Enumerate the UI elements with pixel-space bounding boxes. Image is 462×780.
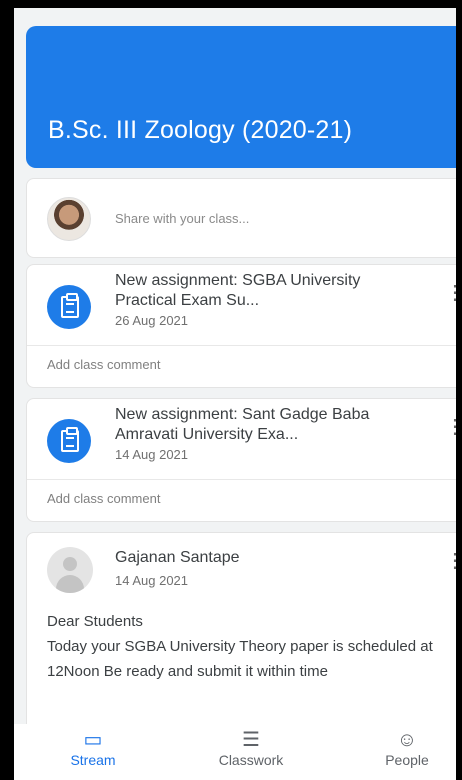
more-vert-icon[interactable]: ⋮ (445, 551, 456, 571)
more-vert-icon[interactable]: ⋮ (445, 283, 456, 303)
share-card[interactable]: Share with your class... ⇄ (26, 178, 456, 258)
tab-stream[interactable]: ▭ Stream (38, 728, 148, 768)
announcement-date: 14 Aug 2021 (115, 573, 189, 588)
divider (27, 479, 456, 480)
people-icon: ☺ (396, 729, 418, 751)
screen: B.Sc. III Zoology (2020-21) Share with y… (14, 8, 456, 780)
assignment-card[interactable]: New assignment: SGBA University Practica… (26, 264, 456, 388)
tab-people[interactable]: ☺ People (352, 728, 456, 768)
class-banner[interactable]: B.Sc. III Zoology (2020-21) (26, 26, 456, 168)
author-name: Gajanan Santape (115, 549, 240, 566)
stream-icon: ▭ (83, 729, 103, 751)
class-title: B.Sc. III Zoology (2020-21) (48, 116, 353, 144)
assignment-title[interactable]: New assignment: Sant Gadge Baba Amravati… (115, 405, 415, 445)
announcement-body: Dear Students Today your SGBA University… (47, 609, 437, 684)
assignment-icon (47, 419, 91, 463)
tab-classwork[interactable]: ☰ Classwork (196, 728, 306, 768)
announcement-text: Today your SGBA University Theory paper … (47, 638, 433, 680)
author-avatar (47, 547, 93, 593)
assignment-icon (47, 285, 91, 329)
classwork-icon: ☰ (242, 729, 260, 751)
share-input[interactable]: Share with your class... (115, 211, 249, 226)
tab-classwork-label: Classwork (218, 752, 284, 768)
more-vert-icon[interactable]: ⋮ (445, 417, 456, 437)
assignment-title[interactable]: New assignment: SGBA University Practica… (115, 271, 415, 311)
announcement-greeting: Dear Students (47, 613, 143, 630)
add-comment-link[interactable]: Add class comment (47, 357, 160, 372)
assignment-date: 26 Aug 2021 (115, 313, 189, 328)
user-avatar (47, 197, 91, 241)
add-comment-link[interactable]: Add class comment (47, 491, 160, 506)
tab-stream-label: Stream (70, 752, 116, 768)
bottom-nav: ▭ Stream ☰ Classwork ☺ People (14, 724, 456, 780)
divider (27, 345, 456, 346)
announcement-card[interactable]: Gajanan Santape 14 Aug 2021 ⋮ Dear Stude… (26, 532, 456, 734)
tab-people-label: People (385, 752, 429, 768)
assignment-date: 14 Aug 2021 (115, 447, 189, 462)
assignment-card[interactable]: New assignment: Sant Gadge Baba Amravati… (26, 398, 456, 522)
